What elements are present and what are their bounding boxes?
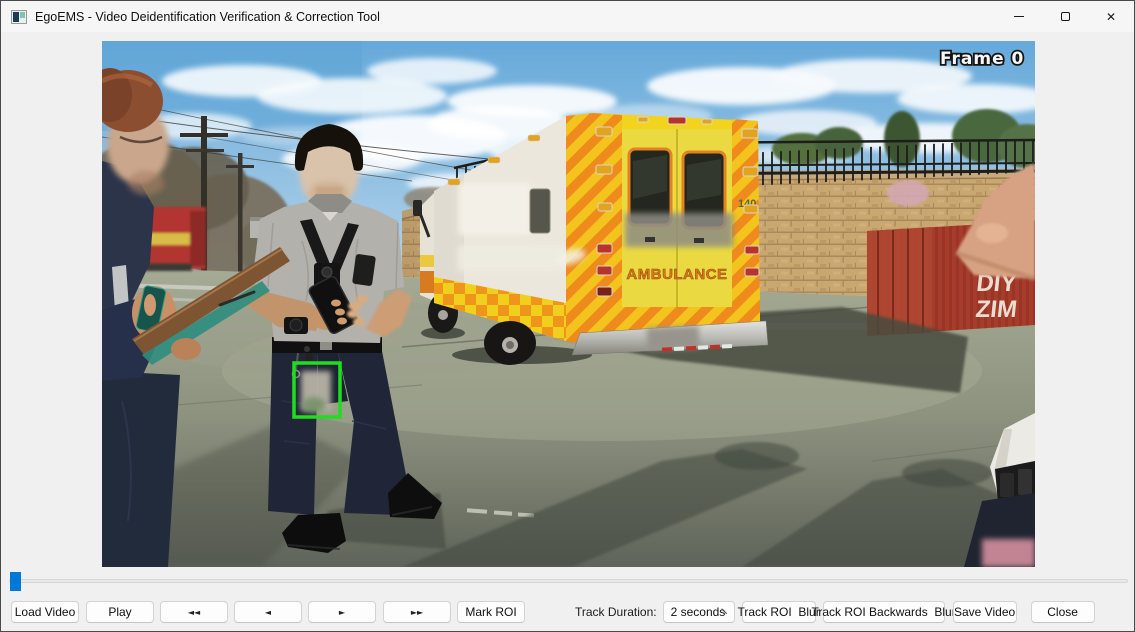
window-title: EgoEMS - Video Deidentification Verifica…	[35, 10, 380, 24]
track-duration-label: Track Duration:	[575, 601, 657, 623]
blur-patch	[458, 183, 530, 235]
track-roi-backwards-blur-button[interactable]: Track ROI Backwards Blur	[823, 601, 945, 623]
app-window: EgoEMS - Video Deidentification Verifica…	[0, 0, 1135, 632]
container-text: ZIM	[974, 296, 1018, 323]
close-icon: ✕	[1106, 11, 1116, 23]
fast-forward-button[interactable]: ►►	[383, 601, 451, 623]
rewind-button[interactable]: ◄◄	[160, 601, 228, 623]
window-controls: ✕	[996, 1, 1134, 32]
track-duration-select[interactable]: 2 seconds	[663, 601, 735, 623]
video-canvas[interactable]: ★ ★ ★ ★ ★ DIY ZIM	[102, 41, 1035, 567]
blur-patch	[982, 539, 1035, 567]
track-roi-blur-button[interactable]: Track ROI Blur	[742, 601, 816, 623]
load-video-button[interactable]: Load Video	[11, 601, 79, 623]
radio	[352, 254, 376, 286]
maximize-icon	[1061, 12, 1070, 21]
pink-shrub	[887, 180, 929, 206]
close-button[interactable]: Close	[1031, 601, 1095, 623]
save-video-button[interactable]: Save Video	[953, 601, 1017, 623]
blur-patch	[625, 213, 733, 247]
ambulance-rear-text: AMBULANCE	[626, 266, 727, 283]
title-bar: EgoEMS - Video Deidentification Verifica…	[1, 1, 1134, 32]
timeline-slider-track[interactable]	[9, 579, 1128, 583]
mark-roi-button[interactable]: Mark ROI	[457, 601, 525, 623]
video-frame-scene: ★ ★ ★ ★ ★ DIY ZIM	[102, 41, 1035, 567]
timeline-slider-handle[interactable]	[10, 572, 21, 591]
app-icon	[11, 10, 27, 24]
minimize-icon	[1014, 16, 1024, 17]
maximize-button[interactable]	[1042, 1, 1088, 32]
frame-counter-overlay: Frame 0	[940, 49, 1024, 69]
minimize-button[interactable]	[996, 1, 1042, 32]
track-duration-value: 2 seconds	[671, 605, 726, 619]
step-back-button[interactable]: ◄	[234, 601, 302, 623]
close-window-button[interactable]: ✕	[1088, 1, 1134, 32]
utility-pole	[238, 153, 243, 276]
play-button[interactable]: Play	[86, 601, 154, 623]
toolbar: Load Video Play ◄◄ ◄ ► ►► Mark ROI Track…	[11, 601, 1095, 623]
blur-patch	[458, 245, 568, 271]
step-forward-button[interactable]: ►	[308, 601, 376, 623]
side-window	[530, 189, 550, 233]
